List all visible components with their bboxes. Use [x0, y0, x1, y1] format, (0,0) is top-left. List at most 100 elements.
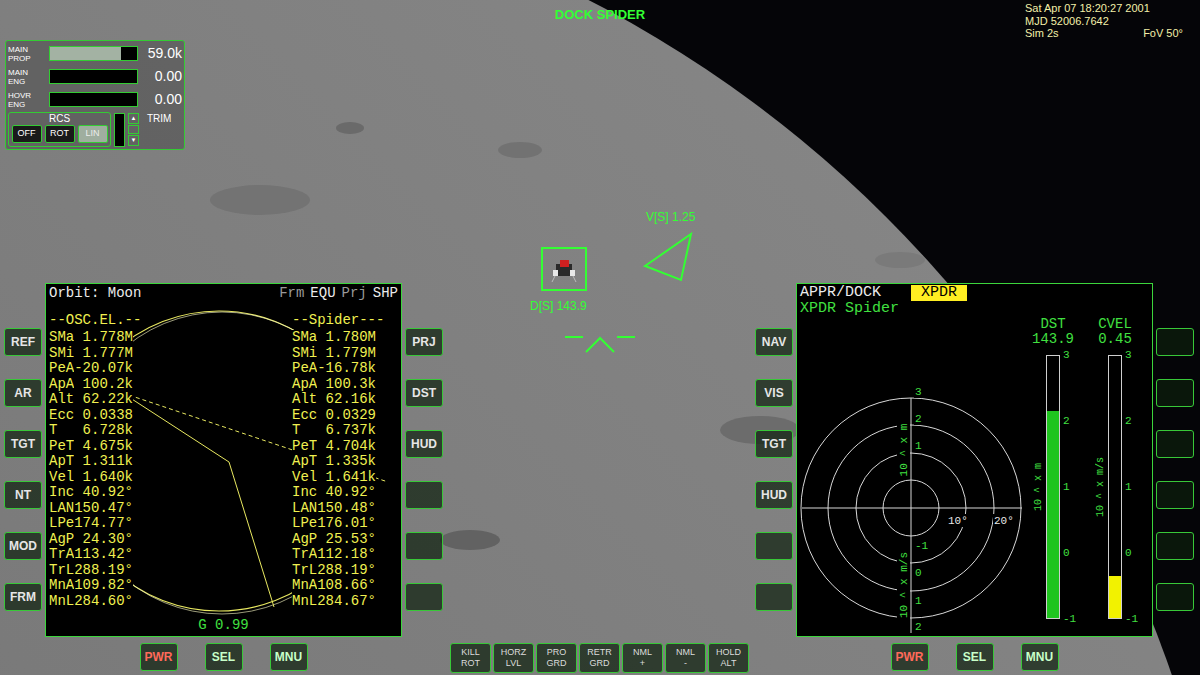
- gauge-fill: [1109, 576, 1121, 618]
- engine-gauge: MAINPROP59.0k: [8, 43, 182, 64]
- mfd-side-button[interactable]: [405, 481, 443, 509]
- svg-text:1: 1: [915, 440, 922, 452]
- autopilot-button[interactable]: HORZLVL: [493, 643, 534, 673]
- source-tag[interactable]: XPDR: [911, 285, 967, 301]
- autopilot-button[interactable]: RETRGRD: [579, 643, 620, 673]
- element-row: PeA-20.07kPeA-16.78k: [49, 361, 398, 377]
- autopilot-button[interactable]: KILLROT: [450, 643, 491, 673]
- gauge-fill: [1047, 411, 1059, 618]
- dock-mfd: NAVVISTGTHUDAPPR/DOCKXPDRXPDR Spider321-…: [755, 283, 1194, 671]
- mfd-side-button[interactable]: [1156, 328, 1194, 356]
- element-row: TrA113.42°TrA112.18°: [49, 547, 398, 563]
- gauge-label: CVEL: [1098, 317, 1132, 332]
- engine-bar: [49, 92, 138, 107]
- hud-title: DOCK SPIDER: [555, 5, 645, 25]
- mfd-bottom-button[interactable]: PWR: [891, 643, 929, 671]
- orbit-mfd: REFARTGTNTMODFRMOrbit: MoonFrmEQUPrjSHP-…: [4, 283, 443, 671]
- element-row: AgP24.30°AgP25.53°: [49, 532, 398, 548]
- mfd-footer: G 0.99: [49, 618, 398, 634]
- mfd-side-button[interactable]: TGT: [755, 430, 793, 458]
- svg-text:10 ^ x m: 10 ^ x m: [898, 423, 910, 476]
- mfd-side-button[interactable]: [1156, 430, 1194, 458]
- mfd-bottom-button[interactable]: PWR: [140, 643, 178, 671]
- horizon-marker-icon: [565, 337, 635, 352]
- autopilot-bar: KILLROTHORZLVLPROGRDRETRGRDNML+NML-HOLDA…: [450, 643, 749, 673]
- target-distance: D[S] 143.9: [530, 297, 587, 315]
- mfd-side-button[interactable]: MOD: [4, 532, 42, 560]
- mfd-side-button[interactable]: [755, 532, 793, 560]
- element-row: SMa1.778MSMa1.780M: [49, 330, 398, 346]
- mfd-side-button[interactable]: [405, 583, 443, 611]
- engine-gauge: MAINENG0.00: [8, 66, 182, 87]
- element-row: Vel1.640kVel1.641k: [49, 470, 398, 486]
- element-row: Ecc0.0338Ecc0.0329: [49, 408, 398, 424]
- mfd-bottom-button[interactable]: SEL: [205, 643, 243, 671]
- mfd-right-buttons: [1156, 283, 1194, 637]
- element-row: TrL288.19°TrL288.19°: [49, 563, 398, 579]
- trim-up-button[interactable]: ▲: [128, 113, 139, 124]
- trim-control: ▲▼TRIM: [114, 112, 171, 147]
- mfd-side-button[interactable]: NAV: [755, 328, 793, 356]
- mfd-side-button[interactable]: TGT: [4, 430, 42, 458]
- gauge-bar: [1108, 355, 1122, 619]
- mfd-side-button[interactable]: AR: [4, 379, 42, 407]
- autopilot-button[interactable]: NML+: [622, 643, 663, 673]
- mfd-header: Orbit: MoonFrmEQUPrjSHP: [49, 286, 398, 302]
- element-row: LPe174.77°LPe176.01°: [49, 516, 398, 532]
- engine-bar: [49, 46, 138, 61]
- rcs-mode-button[interactable]: OFF: [12, 125, 42, 143]
- mfd-bottom-buttons: PWR SEL MNU: [755, 643, 1194, 671]
- mfd-side-button[interactable]: VIS: [755, 379, 793, 407]
- mfd-side-button[interactable]: NT: [4, 481, 42, 509]
- mfd-side-button[interactable]: DST: [405, 379, 443, 407]
- element-row: ApA100.2kApA100.3k: [49, 377, 398, 393]
- svg-text:20°: 20°: [994, 515, 1014, 527]
- engine-panel: MAINPROP59.0kMAINENG0.00HOVRENG0.00RCSOF…: [5, 40, 185, 150]
- mfd-bottom-button[interactable]: MNU: [1021, 643, 1059, 671]
- velocity-marker-icon: [645, 234, 691, 280]
- element-row: T6.728kT6.737k: [49, 423, 398, 439]
- trim-bar: [114, 113, 125, 147]
- dock-gauge: CVEL0.4510 ^ x m/s3210-1: [1084, 317, 1146, 636]
- autopilot-button[interactable]: PROGRD: [536, 643, 577, 673]
- mfd-side-button[interactable]: [1156, 481, 1194, 509]
- element-row: SMi1.777MSMi1.779M: [49, 346, 398, 362]
- svg-text:0: 0: [915, 567, 922, 579]
- engine-gauge: HOVRENG0.00: [8, 89, 182, 110]
- mfd-side-button[interactable]: HUD: [755, 481, 793, 509]
- rcs-mode-button[interactable]: LIN: [78, 125, 108, 143]
- mfd-side-button[interactable]: FRM: [4, 583, 42, 611]
- mfd-side-button[interactable]: [1156, 379, 1194, 407]
- element-row: MnL284.60°MnL284.67°: [49, 594, 398, 610]
- target-box-icon: [542, 248, 586, 290]
- element-row: ApT1.311kApT1.335k: [49, 454, 398, 470]
- gauge-bar: [1046, 355, 1060, 619]
- mfd-side-button[interactable]: HUD: [405, 430, 443, 458]
- autopilot-button[interactable]: NML-: [665, 643, 706, 673]
- svg-text:3: 3: [915, 386, 922, 398]
- mfd-side-button[interactable]: REF: [4, 328, 42, 356]
- svg-text:10 ^ x m/s: 10 ^ x m/s: [898, 552, 910, 618]
- gauge-reading: 0.45: [1098, 332, 1132, 347]
- gauge-reading: 143.9: [1032, 332, 1074, 347]
- mfd-side-button[interactable]: [755, 583, 793, 611]
- mfd-side-button[interactable]: [1156, 532, 1194, 560]
- element-row: Alt62.22kAlt62.16k: [49, 392, 398, 408]
- dock-mfd-screen: APPR/DOCKXPDRXPDR Spider321-101210 ^ x m…: [796, 283, 1153, 637]
- mfd-bottom-buttons: PWR SEL MNU: [4, 643, 443, 671]
- rcs-mode-button[interactable]: ROT: [45, 125, 75, 143]
- element-row: LAN150.47°LAN150.48°: [49, 501, 398, 517]
- trim-down-button[interactable]: ▼: [128, 135, 139, 146]
- mfd-bottom-button[interactable]: SEL: [956, 643, 994, 671]
- svg-text:2: 2: [915, 413, 922, 425]
- mfd-side-button[interactable]: [405, 532, 443, 560]
- mfd-right-buttons: PRJ DST HUD: [405, 283, 443, 637]
- mfd-mode: APPR/DOCK: [800, 285, 881, 301]
- mfd-side-button[interactable]: PRJ: [405, 328, 443, 356]
- mfd-side-button[interactable]: [1156, 583, 1194, 611]
- svg-text:10°: 10°: [948, 515, 968, 527]
- mfd-bottom-button[interactable]: MNU: [270, 643, 308, 671]
- element-row: PeT4.675kPeT4.704k: [49, 439, 398, 455]
- sim-clock: Sat Apr 07 18:20:27 2001MJD 52006.7642Si…: [1025, 2, 1195, 40]
- autopilot-button[interactable]: HOLDALT: [708, 643, 749, 673]
